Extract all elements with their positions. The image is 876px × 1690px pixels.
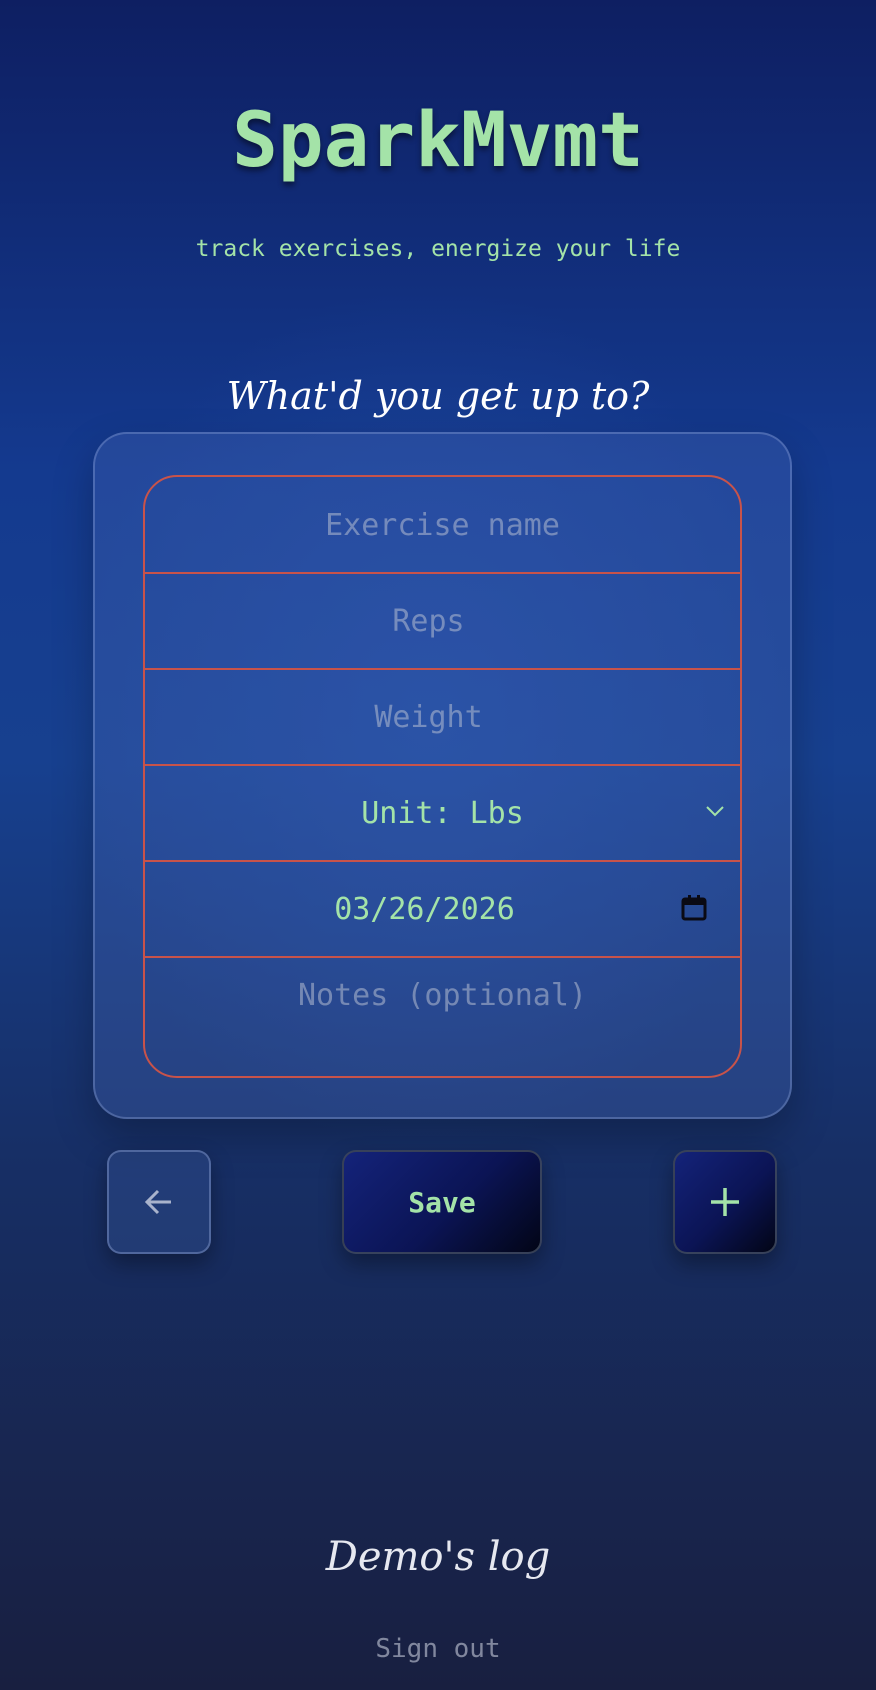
- unit-select[interactable]: Unit: Lbs: [145, 766, 740, 860]
- demo-log-link[interactable]: Demo's log: [0, 1528, 876, 1586]
- add-button[interactable]: [673, 1150, 777, 1254]
- reps-input[interactable]: Reps: [145, 574, 740, 668]
- weight-input[interactable]: Weight: [145, 670, 740, 764]
- sign-out-link[interactable]: Sign out: [0, 1632, 876, 1666]
- notes-textarea[interactable]: Notes (optional): [145, 958, 740, 1076]
- unit-select-value: Unit: Lbs: [361, 795, 524, 831]
- chevron-down-icon: [706, 806, 724, 817]
- exercise-form-card: Exercise name Reps Weight Unit: Lbs 03/2…: [93, 432, 792, 1119]
- tagline: track exercises, energize your life: [195, 236, 681, 262]
- app-title: SparkMvmt: [232, 95, 644, 184]
- date-input[interactable]: 03/26/2026: [145, 862, 740, 956]
- save-button[interactable]: Save: [342, 1150, 542, 1254]
- calendar-icon[interactable]: [680, 894, 708, 922]
- arrow-left-icon: [144, 1189, 171, 1215]
- form-prompt: What'd you get up to?: [226, 374, 650, 418]
- back-button[interactable]: [107, 1150, 211, 1254]
- plus-icon: [711, 1188, 739, 1216]
- exercise-name-input[interactable]: Exercise name: [145, 477, 740, 573]
- date-input-value: 03/26/2026: [334, 891, 515, 927]
- exercise-form: Exercise name Reps Weight Unit: Lbs 03/2…: [143, 475, 742, 1078]
